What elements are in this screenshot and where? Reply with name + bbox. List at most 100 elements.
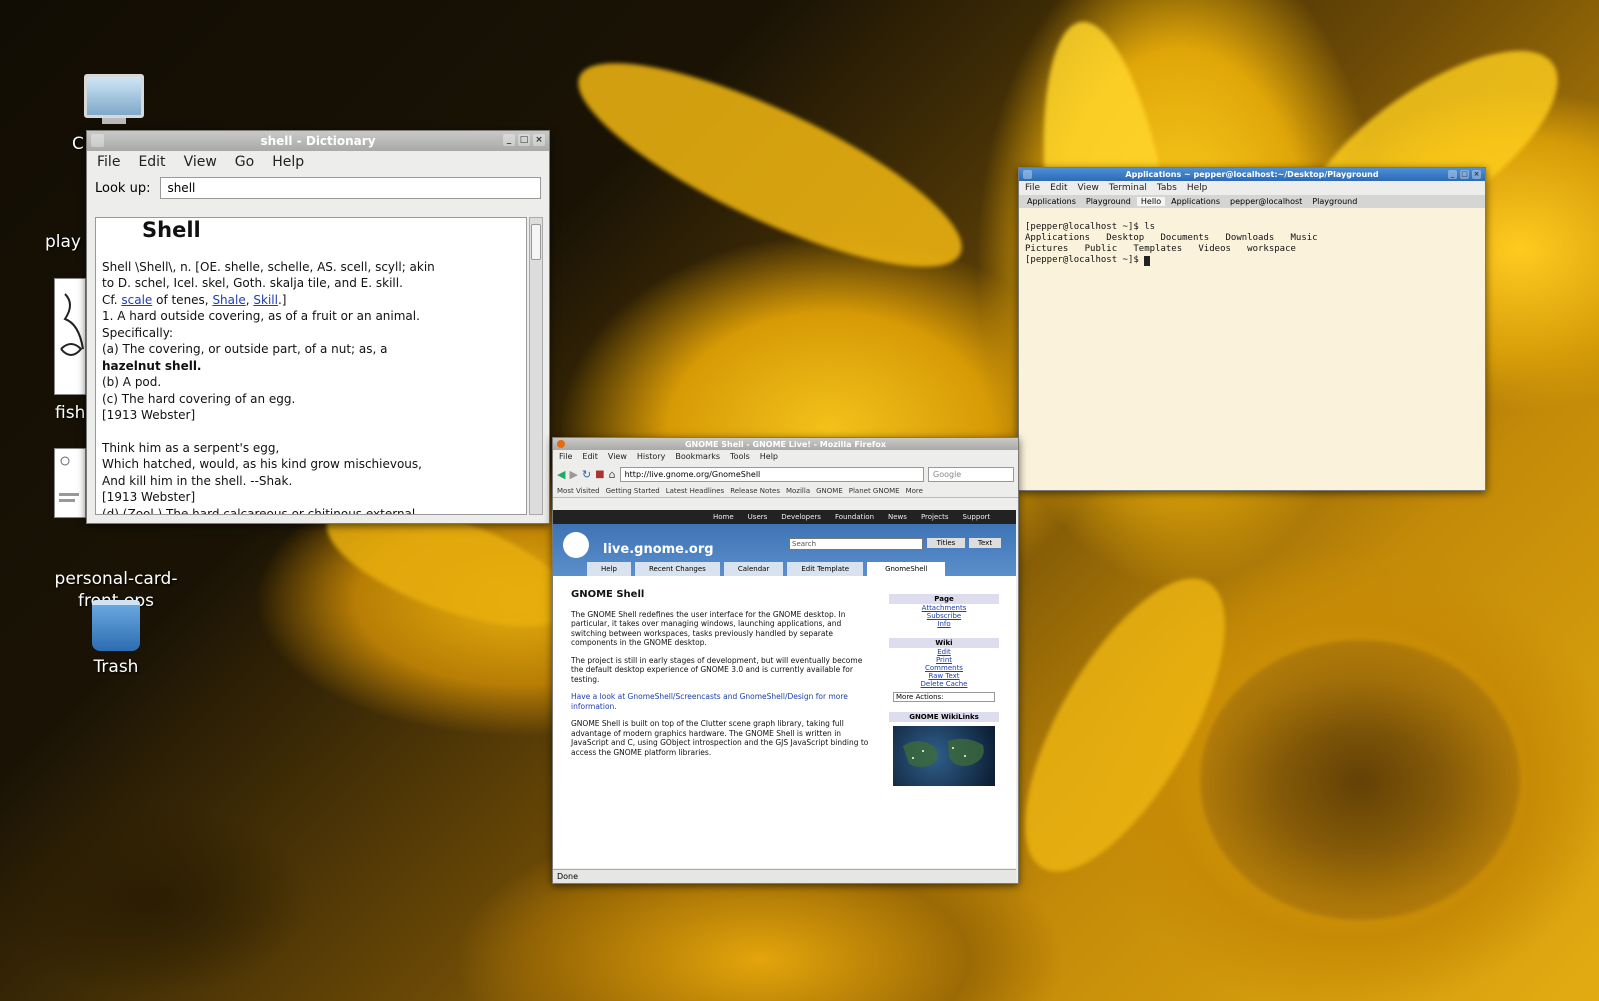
- sidebar-link[interactable]: Comments: [889, 664, 999, 672]
- bookmark-item[interactable]: Release Notes: [730, 487, 780, 495]
- bookmark-item[interactable]: More: [906, 487, 923, 495]
- desktop-icon-trash[interactable]: Trash: [84, 600, 148, 677]
- maximize-icon[interactable]: □: [1460, 170, 1469, 179]
- desktop-icon-computer[interactable]: C: [72, 74, 146, 154]
- scrollbar-thumb[interactable]: [531, 224, 541, 260]
- maximize-icon[interactable]: □: [518, 134, 530, 146]
- firefox-titlebar[interactable]: GNOME Shell - GNOME Live! - Mozilla Fire…: [553, 438, 1018, 450]
- bookmark-item[interactable]: Planet GNOME: [849, 487, 900, 495]
- terminal-tab[interactable]: pepper@localhost: [1226, 197, 1306, 206]
- page-tab-active[interactable]: GnomeShell: [867, 562, 946, 576]
- site-nav-item[interactable]: News: [888, 513, 907, 521]
- sidebar-link[interactable]: Edit: [889, 648, 999, 656]
- window-menu-icon[interactable]: [91, 134, 104, 147]
- sidebar-link[interactable]: Delete Cache: [889, 680, 999, 688]
- menu-edit[interactable]: Edit: [582, 452, 598, 461]
- menu-help[interactable]: Help: [1187, 183, 1208, 193]
- site-nav-item[interactable]: Users: [748, 513, 768, 521]
- menu-edit[interactable]: Edit: [138, 154, 165, 170]
- menu-edit[interactable]: Edit: [1050, 183, 1067, 193]
- site-nav-item[interactable]: Projects: [921, 513, 949, 521]
- terminal-prompt: [pepper@localhost ~]$: [1025, 255, 1145, 265]
- menu-help[interactable]: Help: [272, 154, 304, 170]
- site-title[interactable]: live.gnome.org: [603, 542, 714, 557]
- menu-file[interactable]: File: [97, 154, 120, 170]
- fish-drawing-icon: [60, 293, 84, 356]
- definition-heading: Shell: [142, 218, 201, 242]
- minimize-icon[interactable]: _: [503, 134, 515, 146]
- terminal-tab-active[interactable]: Hello: [1136, 197, 1166, 206]
- site-search-input[interactable]: Search: [789, 538, 923, 550]
- bookmark-item[interactable]: Most Visited: [557, 487, 600, 495]
- search-bar[interactable]: Google: [928, 466, 1014, 482]
- reload-icon[interactable]: ↻: [582, 468, 591, 481]
- more-actions-select[interactable]: More Actions:: [893, 692, 995, 702]
- menu-view[interactable]: View: [1078, 183, 1099, 193]
- menu-tools[interactable]: Tools: [730, 452, 750, 461]
- minimize-icon[interactable]: _: [1448, 170, 1457, 179]
- terminal-line: Pictures Public Templates Videos workspa…: [1025, 244, 1296, 254]
- bookmark-item[interactable]: Latest Headlines: [666, 487, 724, 495]
- sidebar-link[interactable]: Attachments: [889, 604, 999, 612]
- sidebar-link[interactable]: Info: [889, 620, 999, 628]
- bookmark-item[interactable]: GNOME: [816, 487, 843, 495]
- window-title: Applications ~ pepper@localhost:~/Deskto…: [1125, 170, 1379, 179]
- page-tab[interactable]: Calendar: [723, 562, 784, 576]
- computer-icon: [84, 74, 144, 118]
- back-icon[interactable]: ◀: [557, 468, 565, 481]
- page-tab[interactable]: Edit Template: [787, 562, 864, 576]
- terminal-output[interactable]: [pepper@localhost ~]$ ls Applications Des…: [1019, 208, 1485, 291]
- forward-icon[interactable]: ▶: [569, 468, 577, 481]
- crossref-skill[interactable]: Skill: [253, 293, 278, 307]
- site-nav-item[interactable]: Home: [713, 513, 734, 521]
- bookmark-item[interactable]: Getting Started: [606, 487, 660, 495]
- menu-terminal[interactable]: Terminal: [1109, 183, 1147, 193]
- menu-view[interactable]: View: [184, 154, 217, 170]
- menu-help[interactable]: Help: [760, 452, 778, 461]
- firefox-icon[interactable]: [557, 440, 565, 448]
- stop-icon[interactable]: ■: [595, 469, 604, 480]
- terminal-line: [pepper@localhost ~]$ ls: [1025, 222, 1156, 232]
- terminal-tab[interactable]: Playground: [1308, 197, 1361, 206]
- crossref-scale[interactable]: scale: [121, 293, 152, 307]
- url-bar[interactable]: http://live.gnome.org/GnomeShell: [619, 466, 924, 482]
- terminal-titlebar[interactable]: Applications ~ pepper@localhost:~/Deskto…: [1019, 168, 1485, 181]
- menu-tabs[interactable]: Tabs: [1157, 183, 1177, 193]
- sidebar-link[interactable]: Print: [889, 656, 999, 664]
- personal-card-thumbnail[interactable]: [54, 448, 86, 518]
- close-icon[interactable]: ×: [533, 134, 545, 146]
- menu-go[interactable]: Go: [235, 154, 254, 170]
- definition-scrollbar[interactable]: [529, 217, 543, 515]
- site-nav-item[interactable]: Developers: [781, 513, 821, 521]
- terminal-tab[interactable]: Applications: [1023, 197, 1080, 206]
- menu-file[interactable]: File: [559, 452, 572, 461]
- terminal-tab[interactable]: Playground: [1082, 197, 1135, 206]
- page-tab[interactable]: Recent Changes: [634, 562, 720, 576]
- desktop-icon-fish[interactable]: fish: [55, 403, 85, 423]
- home-icon[interactable]: ⌂: [609, 468, 616, 481]
- menu-bookmarks[interactable]: Bookmarks: [675, 452, 720, 461]
- sidebar-link[interactable]: Raw Text: [889, 672, 999, 680]
- firefox-menubar: File Edit View History Bookmarks Tools H…: [553, 450, 1018, 463]
- fish-thumbnail[interactable]: [54, 278, 86, 395]
- sidebar-link[interactable]: Subscribe: [889, 612, 999, 620]
- menu-file[interactable]: File: [1025, 183, 1040, 193]
- crossref-shale[interactable]: Shale: [212, 293, 245, 307]
- bookmark-item[interactable]: Mozilla: [786, 487, 810, 495]
- terminal-tab[interactable]: Applications: [1167, 197, 1224, 206]
- lookup-input[interactable]: shell: [160, 177, 541, 199]
- close-icon[interactable]: ×: [1472, 170, 1481, 179]
- site-nav-item[interactable]: Foundation: [835, 513, 874, 521]
- dictionary-titlebar[interactable]: shell - Dictionary _ □ ×: [87, 131, 549, 151]
- search-text-button[interactable]: Text: [969, 538, 1001, 548]
- page-tab[interactable]: Help: [587, 562, 631, 576]
- definition-line: Specifically:: [102, 325, 173, 340]
- window-menu-icon[interactable]: [1023, 170, 1032, 179]
- desktop-icon-playground[interactable]: play: [45, 232, 81, 252]
- world-map-image[interactable]: [893, 726, 995, 786]
- sidebar-heading: Page: [889, 594, 999, 604]
- menu-view[interactable]: View: [608, 452, 627, 461]
- menu-history[interactable]: History: [637, 452, 665, 461]
- site-nav-item[interactable]: Support: [963, 513, 991, 521]
- search-titles-button[interactable]: Titles: [927, 538, 965, 548]
